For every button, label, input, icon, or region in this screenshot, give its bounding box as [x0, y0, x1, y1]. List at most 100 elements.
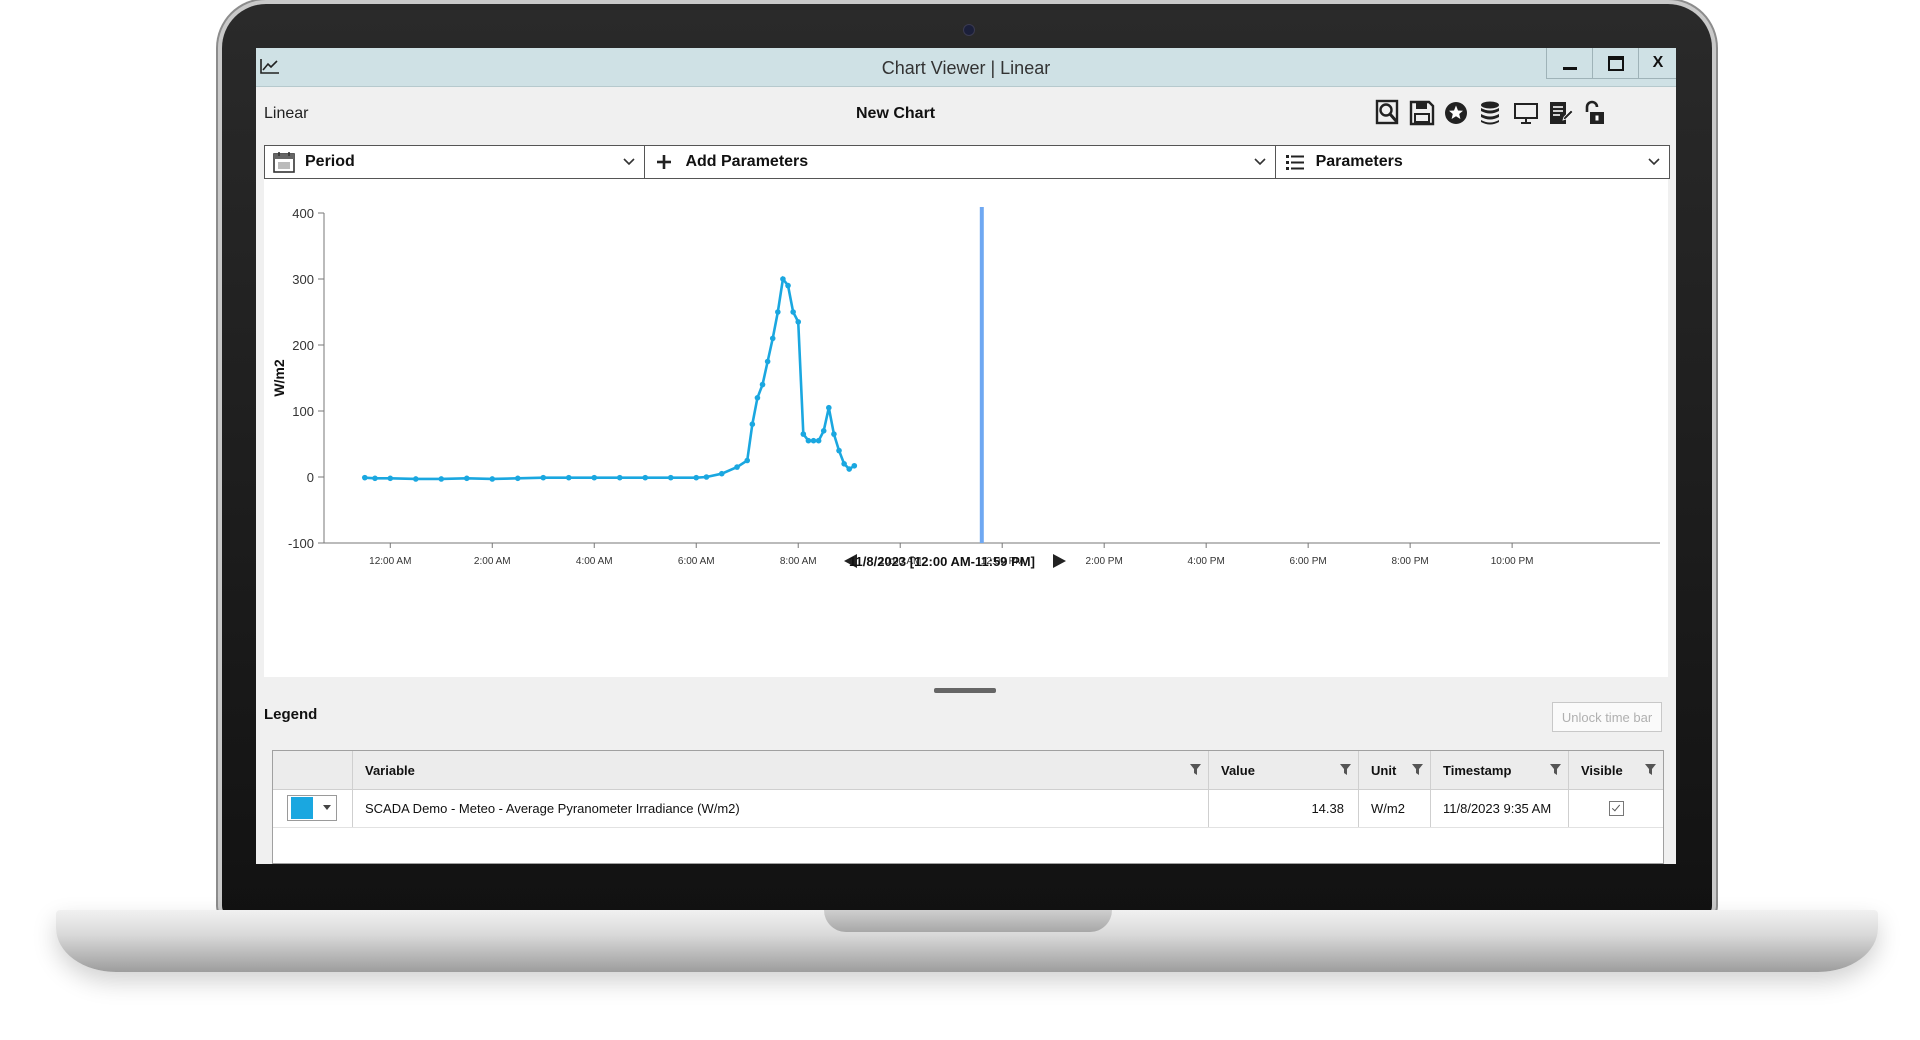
y-tick-label: 200 — [292, 338, 314, 353]
data-point — [565, 474, 572, 481]
data-point — [790, 309, 796, 315]
x-tick-label: 8:00 PM — [1392, 556, 1429, 567]
data-point — [514, 475, 521, 482]
app-window: Chart Viewer | Linear X Linear New Chart — [256, 48, 1676, 864]
add-parameters-dropdown[interactable]: Add Parameters — [645, 146, 1276, 178]
data-point — [841, 461, 847, 467]
filter-icon[interactable] — [1411, 763, 1424, 776]
data-point — [412, 476, 419, 482]
minimize-icon — [1563, 66, 1577, 70]
data-point — [805, 437, 812, 444]
data-point — [795, 319, 802, 325]
data-point — [831, 431, 837, 437]
save-icon[interactable] — [1408, 99, 1436, 127]
monitor-icon[interactable] — [1512, 99, 1540, 127]
visible-cell — [1569, 789, 1663, 827]
data-point — [836, 447, 842, 454]
x-tick-label: 10:00 PM — [1491, 556, 1534, 567]
calendar-icon — [273, 152, 295, 173]
y-tick-label: 300 — [292, 272, 314, 287]
parameters-dropdown[interactable]: Parameters — [1276, 146, 1669, 178]
window-title: Chart Viewer | Linear — [881, 58, 1051, 78]
data-point — [693, 474, 700, 481]
data-point — [754, 395, 761, 401]
data-point — [463, 475, 470, 482]
report-icon[interactable] — [1546, 99, 1574, 127]
zoom-icon[interactable] — [1374, 99, 1402, 127]
data-point — [785, 282, 791, 289]
data-point — [372, 475, 378, 482]
data-point — [759, 381, 766, 388]
chevron-down-icon — [1648, 158, 1660, 166]
title-bar: Chart Viewer | Linear X — [256, 48, 1676, 87]
period-range-label: 11/8/2023 [12:00 AM-11:59 PM] — [849, 554, 1035, 569]
x-tick-label: 2:00 AM — [474, 556, 511, 567]
data-point — [764, 358, 771, 365]
visible-column-header[interactable]: Visible — [1569, 751, 1663, 789]
data-point — [846, 466, 853, 472]
data-point — [489, 476, 496, 482]
unlock-time-bar-button[interactable]: Unlock time bar — [1552, 702, 1662, 732]
data-point — [820, 428, 827, 434]
chart-area[interactable]: 400 300 200 100 0 -100 12:00 AM 2:00 AM 4:00 AM 6… — [264, 179, 1668, 677]
y-tick-label: -100 — [288, 536, 314, 551]
caret-down-icon — [323, 805, 331, 810]
x-tick-label: 12:00 AM — [369, 556, 411, 567]
favorite-star-icon[interactable] — [1442, 99, 1470, 127]
variable-cell: SCADA Demo - Meteo - Average Pyranometer… — [353, 789, 1209, 827]
line-chart[interactable]: 400 300 200 100 0 -100 12:00 AM 2:00 AM 4:00 AM 6… — [264, 179, 1668, 677]
camera-dot — [963, 24, 975, 36]
x-tick-label: 6:00 PM — [1290, 556, 1327, 567]
series-line — [364, 275, 856, 481]
data-point — [800, 431, 807, 437]
legend-title: Legend — [264, 706, 318, 723]
data-point — [826, 404, 832, 411]
timestamp-column-header[interactable]: Timestamp — [1431, 751, 1569, 789]
x-tick-label: 8:00 AM — [780, 556, 817, 567]
variable-column-header[interactable]: Variable — [353, 751, 1209, 789]
data-point — [591, 474, 598, 481]
unlock-icon[interactable] — [1580, 99, 1608, 127]
maximize-button[interactable] — [1592, 48, 1639, 79]
data-point — [387, 475, 394, 482]
next-period-icon[interactable] — [1053, 554, 1066, 568]
close-button[interactable]: X — [1638, 48, 1676, 79]
maximize-icon — [1608, 55, 1624, 71]
data-point — [851, 462, 858, 469]
filter-icon[interactable] — [1644, 763, 1657, 776]
legend-table-header: Variable Value Unit Timestamp Visible — [273, 751, 1663, 790]
data-point — [667, 474, 674, 481]
data-point — [540, 474, 547, 481]
plus-icon — [657, 155, 672, 169]
period-dropdown[interactable]: Period — [265, 146, 646, 178]
unit-cell: W/m2 — [1359, 789, 1431, 827]
data-point — [769, 335, 776, 342]
y-axis-label: W/m2 — [271, 359, 287, 397]
panel-splitter[interactable] — [934, 688, 996, 693]
period-label: Period — [305, 153, 355, 170]
value-column-header[interactable]: Value — [1209, 751, 1359, 789]
series-color-swatch — [291, 797, 313, 819]
laptop-notch — [824, 910, 1112, 932]
visible-checkbox[interactable] — [1608, 800, 1624, 816]
unit-column-header[interactable]: Unit — [1359, 751, 1431, 789]
chevron-down-icon — [1253, 158, 1266, 166]
data-point — [734, 464, 740, 470]
data-point — [775, 309, 781, 315]
color-picker[interactable] — [287, 795, 337, 821]
filter-icon[interactable] — [1339, 763, 1352, 776]
data-point — [616, 474, 623, 481]
filter-icon[interactable] — [1549, 763, 1562, 776]
color-cell — [273, 789, 353, 827]
minimize-button[interactable] — [1546, 48, 1593, 79]
y-tick-label: 0 — [307, 470, 314, 485]
table-row[interactable]: SCADA Demo - Meteo - Average Pyranometer… — [273, 789, 1663, 828]
color-column-header — [273, 751, 353, 789]
chart-name: New Chart — [856, 105, 936, 122]
x-tick-label: 4:00 PM — [1188, 556, 1225, 567]
timestamp-cell: 11/8/2023 9:35 AM — [1431, 789, 1569, 827]
database-icon[interactable] — [1476, 99, 1504, 127]
filter-icon[interactable] — [1189, 763, 1202, 776]
y-tick-label: 400 — [292, 206, 314, 221]
x-tick-label: 4:00 AM — [576, 556, 613, 567]
